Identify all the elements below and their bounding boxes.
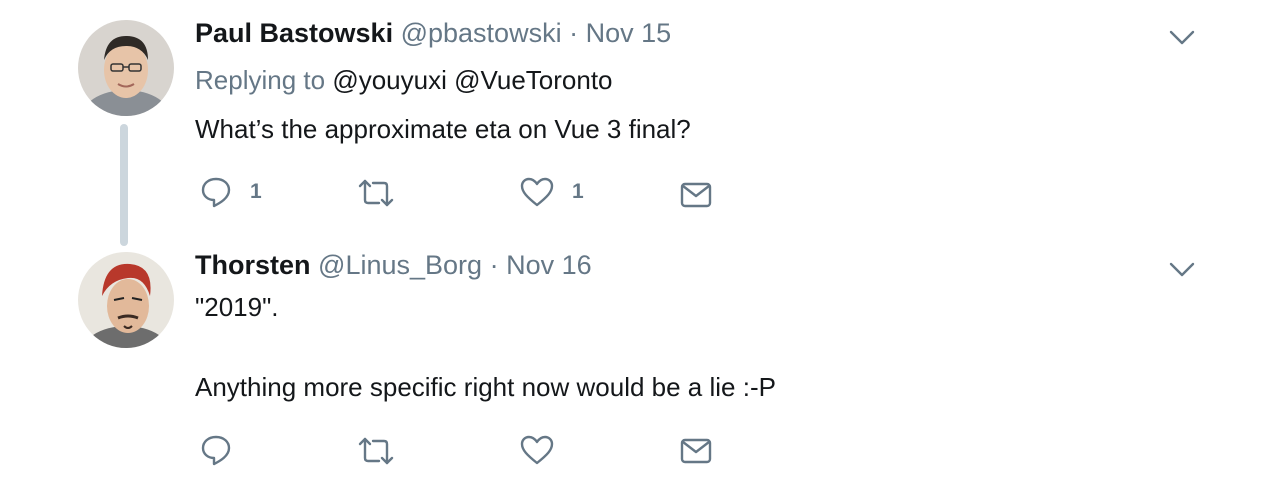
like-button[interactable]: 1 <box>520 177 584 207</box>
retweet-button[interactable] <box>357 178 413 208</box>
reply-count: 1 <box>250 180 262 203</box>
author-name[interactable]: Paul Bastowski <box>195 18 393 48</box>
heart-icon <box>520 435 554 465</box>
envelope-icon <box>680 437 712 465</box>
avatar[interactable] <box>78 252 174 348</box>
tweet-text-line: Anything more specific right now would b… <box>195 372 776 402</box>
thread-connector <box>120 124 128 246</box>
separator: · <box>489 250 499 280</box>
like-button[interactable] <box>520 435 572 465</box>
retweet-button[interactable] <box>357 436 413 466</box>
reply-icon <box>200 176 232 208</box>
avatar[interactable] <box>78 20 174 116</box>
reply-button[interactable] <box>200 434 250 466</box>
tweet-1[interactable]: Paul Bastowski @pbastowski · Nov 15 Repl… <box>0 0 1272 250</box>
separator: · <box>569 18 579 48</box>
like-count: 1 <box>572 180 584 203</box>
chevron-down-icon[interactable] <box>1168 260 1196 280</box>
reply-icon <box>200 434 232 466</box>
tweet-header: Thorsten @Linus_Borg · Nov 16 <box>195 248 592 282</box>
author-handle[interactable]: @Linus_Borg <box>318 250 482 280</box>
retweet-icon <box>357 436 395 466</box>
chevron-down-icon[interactable] <box>1168 28 1196 48</box>
tweet-date[interactable]: Nov 16 <box>506 250 592 280</box>
reply-button[interactable]: 1 <box>200 176 262 208</box>
tweet-date[interactable]: Nov 15 <box>586 18 672 48</box>
envelope-icon <box>680 181 712 209</box>
author-name[interactable]: Thorsten <box>195 250 311 280</box>
direct-message-button[interactable] <box>680 437 712 465</box>
direct-message-button[interactable] <box>680 181 712 209</box>
tweet-header: Paul Bastowski @pbastowski · Nov 15 <box>195 16 671 50</box>
replying-to: Replying to @youyuxi @VueToronto <box>195 63 613 97</box>
mention-link[interactable]: @youyuxi <box>332 65 447 95</box>
tweet-text-line: "2019". <box>195 292 279 322</box>
heart-icon <box>520 177 554 207</box>
author-handle[interactable]: @pbastowski <box>401 18 562 48</box>
tweet-2[interactable]: Thorsten @Linus_Borg · Nov 16 "2019". An… <box>0 250 1272 480</box>
replying-prefix: Replying to <box>195 65 326 95</box>
mention-link[interactable]: @VueToronto <box>454 65 612 95</box>
tweet-text: What’s the approximate eta on Vue 3 fina… <box>195 114 691 144</box>
retweet-icon <box>357 178 395 208</box>
